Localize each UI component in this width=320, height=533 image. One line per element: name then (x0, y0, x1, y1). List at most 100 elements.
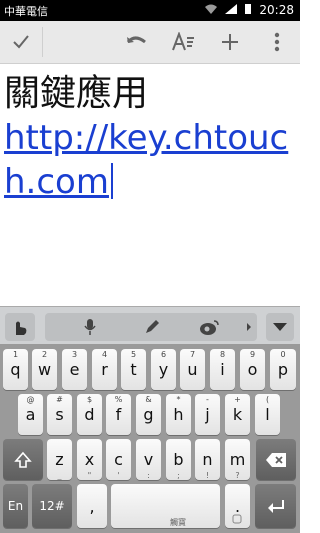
touchpal-hand-icon (16, 321, 27, 335)
key-n[interactable]: n! (195, 439, 220, 480)
key-label: b (173, 450, 184, 469)
key-label: f (115, 405, 122, 424)
key-label: i (220, 360, 225, 379)
shift-icon (14, 451, 32, 468)
key-sub: _ (57, 471, 62, 480)
key-hint: + (234, 395, 241, 404)
key-c[interactable]: c ' (106, 439, 131, 480)
key-label: l (265, 405, 270, 424)
key-hint: $ (86, 395, 93, 404)
more-options-button[interactable] (262, 27, 292, 57)
key-a[interactable]: @ a (18, 394, 43, 435)
key-label: , (89, 496, 95, 516)
key-z[interactable]: z _ (47, 439, 72, 480)
key-label: h (173, 405, 184, 424)
enter-key[interactable] (255, 484, 296, 528)
space-key-brand: 觸寶 (170, 518, 186, 527)
key-hint: 0 (280, 350, 286, 359)
key-g[interactable]: & g (136, 394, 161, 435)
editor-toolbar (0, 21, 300, 64)
key-e[interactable]: 3e (62, 349, 87, 390)
undo-button[interactable] (122, 27, 152, 57)
key-hint: 5 (130, 350, 137, 359)
key-k[interactable]: + k (225, 394, 250, 435)
key-label: j (205, 405, 210, 424)
key-label: k (232, 405, 243, 424)
key-x[interactable]: x " (77, 439, 102, 480)
note-link-line-1[interactable]: http://key.chtouc (4, 116, 296, 160)
backspace-key[interactable] (256, 439, 296, 480)
key-label: w (37, 360, 52, 379)
mic-icon[interactable] (83, 318, 97, 336)
symbols-key[interactable]: 12# (32, 484, 72, 528)
text-cursor (110, 163, 113, 199)
signal-icon (225, 4, 237, 14)
emoji-icon (232, 514, 242, 524)
key-label: s (55, 405, 64, 424)
key-f[interactable]: % f (106, 394, 131, 435)
key-i[interactable]: 8i (210, 349, 235, 390)
key-sub: ? (235, 471, 240, 480)
note-body[interactable]: 關鍵應用 http://key.chtouc h.com (4, 72, 296, 204)
key-sub: ! (205, 471, 210, 480)
key-d[interactable]: $ d (77, 394, 102, 435)
key-w[interactable]: 2w (32, 349, 57, 390)
key-h[interactable]: * h (166, 394, 191, 435)
key-hint: # (56, 395, 63, 404)
symbols-key-label: 12# (39, 499, 65, 513)
language-key[interactable]: En (3, 484, 28, 528)
add-button[interactable] (215, 27, 245, 57)
battery-icon (245, 4, 251, 14)
key-o[interactable]: 9o (240, 349, 265, 390)
comma-key[interactable]: , (77, 484, 107, 528)
key-r[interactable]: 4r (92, 349, 117, 390)
more-tools-arrow-icon[interactable] (246, 323, 252, 331)
key-u[interactable]: 7u (180, 349, 205, 390)
key-j[interactable]: -j (195, 394, 220, 435)
pen-icon[interactable] (143, 318, 161, 336)
key-label: o (247, 360, 258, 379)
note-link-line-2[interactable]: h.com (4, 160, 296, 204)
carrier-label: 中華電信 (4, 5, 48, 18)
shift-key[interactable] (3, 439, 43, 480)
key-b[interactable]: b; (166, 439, 191, 480)
key-hint: 3 (71, 350, 78, 359)
key-hint: 8 (219, 350, 226, 359)
key-sub: ' (117, 471, 120, 480)
key-l[interactable]: (l (255, 394, 280, 435)
key-label: t (130, 360, 137, 379)
enter-icon (267, 500, 284, 513)
plus-icon (222, 34, 238, 50)
text-format-button[interactable] (168, 27, 198, 57)
key-hint: @ (26, 395, 35, 404)
space-key[interactable]: 觸寶 (111, 484, 220, 528)
key-label: a (25, 405, 36, 424)
key-q[interactable]: 1q (3, 349, 28, 390)
language-key-label: En (7, 499, 24, 513)
undo-icon (126, 36, 146, 44)
key-label: p (277, 360, 289, 379)
key-hint: % (114, 395, 123, 404)
key-t[interactable]: 5t (121, 349, 146, 390)
note-link-line-2-text: h.com (4, 162, 109, 202)
key-label: g (143, 405, 154, 424)
touchpal-menu-button[interactable] (5, 313, 35, 341)
key-hint: 9 (249, 350, 256, 359)
key-p[interactable]: 0p (270, 349, 296, 390)
key-y[interactable]: 6y (151, 349, 176, 390)
keyboard-tools-strip (45, 313, 257, 341)
key-s[interactable]: # s (47, 394, 72, 435)
key-label: r (101, 360, 108, 379)
key-hint: ( (265, 395, 270, 404)
period-key[interactable]: . (225, 484, 250, 528)
weibo-icon[interactable] (199, 318, 221, 336)
key-sub: " (87, 471, 92, 480)
collapse-keyboard-button[interactable] (266, 313, 294, 341)
text-format-icon (172, 32, 194, 51)
key-v[interactable]: v: (136, 439, 161, 480)
key-m[interactable]: m? (225, 439, 250, 480)
key-label: z (55, 450, 64, 469)
done-button[interactable] (6, 27, 36, 57)
key-label: v (143, 450, 154, 469)
key-label: n (202, 450, 213, 469)
